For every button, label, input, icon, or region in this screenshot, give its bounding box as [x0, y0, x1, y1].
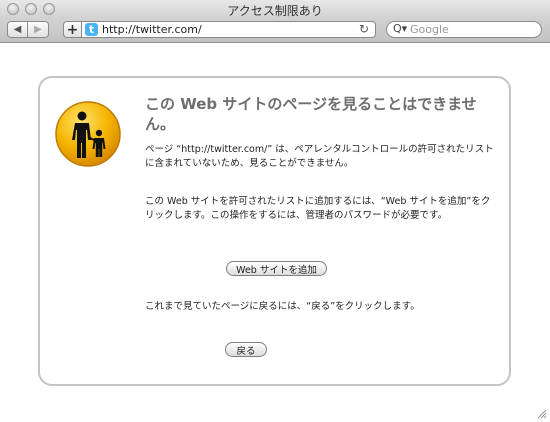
window-title: アクセス制限あり	[227, 4, 323, 18]
forward-arrow-icon: ▶	[34, 24, 42, 35]
browser-toolbar: ◀ ▶ + t http://twitter.com/ ↻ Q▾ Google	[0, 18, 550, 43]
twitter-favicon-icon: t	[85, 23, 98, 36]
plus-icon: +	[66, 21, 79, 38]
add-website-button[interactable]: Web サイトを追加	[226, 261, 327, 276]
forward-nav-button[interactable]: ▶	[28, 21, 49, 38]
reload-icon[interactable]: ↻	[359, 22, 369, 36]
search-field[interactable]: Q▾ Google	[386, 21, 542, 38]
restriction-message: ページ “http://twitter.com/” は、ペアレンタルコントロール…	[145, 144, 494, 169]
search-icon[interactable]: Q▾	[393, 22, 407, 35]
search-placeholder: Google	[410, 23, 449, 36]
resize-grip-icon[interactable]	[537, 409, 547, 419]
add-bookmark-button[interactable]: +	[63, 21, 81, 38]
add-site-instruction: この Web サイトを許可されたリストに追加するには、“Web サイトを追加”を…	[145, 196, 491, 221]
page-title: この Web サイトのページを見ることはできません。	[145, 95, 477, 133]
url-text: http://twitter.com/	[102, 23, 202, 36]
back-nav-button[interactable]: ◀	[7, 21, 28, 38]
go-back-instruction: これまで見ていたページに戻るには、“戻る”をクリックします。	[145, 301, 420, 312]
back-arrow-icon: ◀	[13, 24, 22, 35]
title-bar: アクセス制限あり	[0, 0, 550, 18]
back-button[interactable]: 戻る	[225, 342, 267, 357]
address-bar[interactable]: t http://twitter.com/ ↻	[81, 21, 376, 38]
parental-controls-icon	[55, 101, 121, 167]
